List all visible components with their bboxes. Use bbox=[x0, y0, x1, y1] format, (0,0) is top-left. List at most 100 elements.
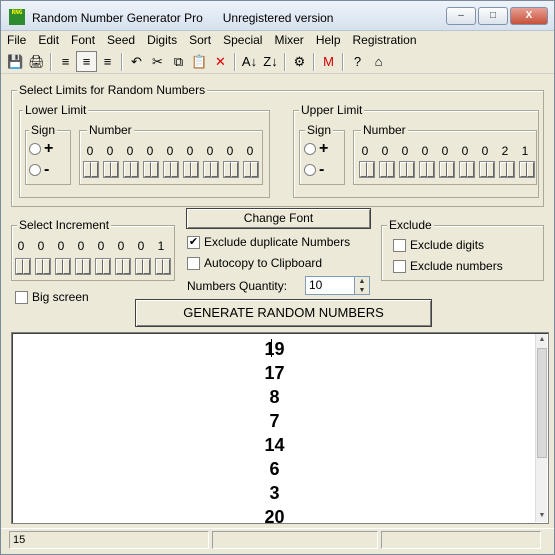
upper-sign-minus-radio[interactable]: - bbox=[304, 161, 325, 178]
digit: 0 bbox=[226, 144, 234, 158]
radio-circle[interactable] bbox=[304, 143, 316, 155]
digit-spinner[interactable] bbox=[399, 161, 415, 178]
digit-spinner[interactable] bbox=[479, 161, 495, 178]
align-left-icon[interactable]: ≡ bbox=[55, 51, 76, 72]
change-font-button[interactable]: Change Font bbox=[186, 208, 371, 229]
menu-help[interactable]: Help bbox=[310, 31, 347, 49]
menu-sort[interactable]: Sort bbox=[183, 31, 217, 49]
radio-circle[interactable] bbox=[304, 164, 316, 176]
digit-spinner[interactable] bbox=[83, 161, 99, 178]
digit-spinner[interactable] bbox=[123, 161, 139, 178]
cut-icon[interactable]: ✂ bbox=[147, 51, 168, 72]
sort-descending-icon[interactable]: Z↓ bbox=[260, 51, 281, 72]
help-icon[interactable]: ? bbox=[347, 51, 368, 72]
minus-label: - bbox=[319, 161, 325, 178]
paste-icon[interactable]: 📋 bbox=[189, 51, 210, 72]
digit-spinner[interactable] bbox=[75, 258, 91, 275]
digit-spinner[interactable] bbox=[223, 161, 239, 178]
menu-special[interactable]: Special bbox=[217, 31, 268, 49]
big-screen-checkbox[interactable]: Big screen bbox=[15, 290, 89, 304]
menu-mixer[interactable]: Mixer bbox=[268, 31, 309, 49]
vertical-scrollbar[interactable]: ▲ ▼ bbox=[535, 334, 547, 522]
digit-spinner[interactable] bbox=[379, 161, 395, 178]
m-icon[interactable]: M bbox=[318, 51, 339, 72]
scroll-down-arrow-icon[interactable]: ▼ bbox=[536, 510, 548, 522]
quantity-input[interactable]: 10 bbox=[305, 276, 355, 295]
digit-spinner[interactable] bbox=[163, 161, 179, 178]
copy-icon[interactable]: ⧉ bbox=[168, 51, 189, 72]
autocopy-label: Autocopy to Clipboard bbox=[204, 256, 323, 270]
exclude-digits-checkbox[interactable]: Exclude digits bbox=[393, 238, 484, 252]
radio-circle[interactable] bbox=[29, 143, 41, 155]
checkbox-box[interactable] bbox=[187, 256, 200, 270]
digit-spinner[interactable] bbox=[499, 161, 515, 178]
digit-spinner[interactable] bbox=[183, 161, 199, 178]
digit-spinner[interactable] bbox=[459, 161, 475, 178]
maximize-button[interactable]: □ bbox=[478, 7, 508, 25]
menu-file[interactable]: File bbox=[1, 31, 32, 49]
digit-spinner[interactable] bbox=[155, 258, 171, 275]
checkbox-box[interactable] bbox=[393, 259, 406, 273]
delete-icon[interactable]: ✕ bbox=[210, 51, 231, 72]
digit: 0 bbox=[246, 144, 254, 158]
lower-sign-plus-radio[interactable]: + bbox=[29, 141, 53, 157]
home-icon[interactable]: ⌂ bbox=[368, 51, 389, 72]
print-icon[interactable]: 🖨 bbox=[26, 51, 47, 72]
digit-spinner[interactable] bbox=[419, 161, 435, 178]
menu-digits[interactable]: Digits bbox=[141, 31, 183, 49]
digit-spinner[interactable] bbox=[519, 161, 535, 178]
digit-spinner[interactable] bbox=[15, 258, 31, 275]
digit-spinner[interactable] bbox=[95, 258, 111, 275]
toolbar-separator bbox=[234, 52, 236, 71]
exclude-duplicates-checkbox[interactable]: ✔ Exclude duplicate Numbers bbox=[187, 235, 350, 249]
mixer-icon[interactable]: ⚙ bbox=[289, 51, 310, 72]
upper-sign-plus-radio[interactable]: + bbox=[304, 140, 329, 157]
status-bar: 15 bbox=[1, 528, 554, 554]
sort-ascending-icon[interactable]: A↓ bbox=[239, 51, 260, 72]
menu-edit[interactable]: Edit bbox=[32, 31, 65, 49]
autocopy-checkbox[interactable]: Autocopy to Clipboard bbox=[187, 256, 322, 270]
menu-seed[interactable]: Seed bbox=[101, 31, 141, 49]
digit-spinner[interactable] bbox=[103, 161, 119, 178]
digit-spinner[interactable] bbox=[203, 161, 219, 178]
scroll-up-arrow-icon[interactable]: ▲ bbox=[536, 334, 548, 346]
digit-spinner[interactable] bbox=[55, 258, 71, 275]
align-right-icon[interactable]: ≡ bbox=[97, 51, 118, 72]
digit: 0 bbox=[401, 144, 409, 158]
scroll-thumb[interactable] bbox=[537, 348, 547, 458]
digit-spinner[interactable] bbox=[359, 161, 375, 178]
digit-spinner[interactable] bbox=[143, 161, 159, 178]
increment-spin-row bbox=[15, 258, 175, 275]
menu-registration[interactable]: Registration bbox=[347, 31, 423, 49]
close-button[interactable]: X bbox=[510, 7, 548, 25]
save-icon[interactable]: 💾 bbox=[5, 51, 26, 72]
radio-circle[interactable] bbox=[29, 164, 41, 176]
digit-spinner[interactable] bbox=[243, 161, 259, 178]
minimize-button[interactable]: – bbox=[446, 7, 476, 25]
checkbox-box[interactable]: ✔ bbox=[187, 235, 200, 249]
digit: 0 bbox=[126, 144, 134, 158]
random-number: 19 bbox=[264, 339, 285, 359]
generate-button[interactable]: GENERATE RANDOM NUMBERS bbox=[135, 299, 432, 327]
checkbox-box[interactable] bbox=[393, 238, 406, 252]
align-center-icon[interactable]: ≡ bbox=[76, 51, 97, 72]
checkbox-box[interactable] bbox=[15, 290, 28, 304]
quantity-spinner[interactable]: ▲ ▼ bbox=[354, 276, 370, 295]
plus-label: + bbox=[319, 140, 329, 157]
exclude-numbers-checkbox[interactable]: Exclude numbers bbox=[393, 259, 503, 273]
undo-icon[interactable]: ↶ bbox=[126, 51, 147, 72]
digit: 0 bbox=[117, 239, 125, 253]
app-icon[interactable]: RNG bbox=[9, 9, 25, 25]
digit-spinner[interactable] bbox=[135, 258, 151, 275]
random-number: 14 bbox=[264, 435, 285, 455]
upper-spin-row bbox=[359, 161, 539, 178]
lower-sign-minus-radio[interactable]: - bbox=[29, 162, 49, 178]
digit-spinner[interactable] bbox=[439, 161, 455, 178]
digit: 1 bbox=[521, 144, 529, 158]
digit-spinner[interactable] bbox=[35, 258, 51, 275]
output-area[interactable]: 19 17 8 7 14 6 3 20 ▲ ▼ bbox=[11, 332, 549, 527]
digit: 0 bbox=[186, 144, 194, 158]
menu-font[interactable]: Font bbox=[65, 31, 101, 49]
title-bar[interactable]: RNG Random Number Generator Pro Unregist… bbox=[1, 1, 554, 31]
digit-spinner[interactable] bbox=[115, 258, 131, 275]
